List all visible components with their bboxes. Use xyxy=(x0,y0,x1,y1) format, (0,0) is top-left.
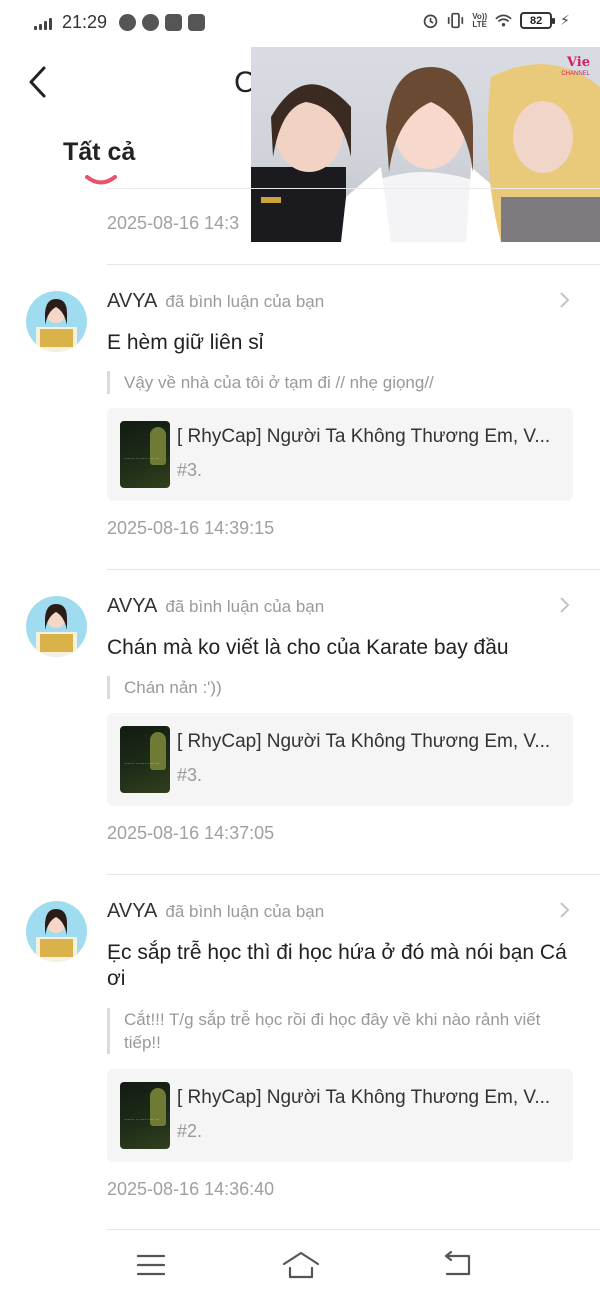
status-time: 21:29 xyxy=(62,12,108,32)
timestamp: 2025-08-16 14:3 xyxy=(107,213,240,233)
volte-icon: Vo)) LTE xyxy=(472,11,488,29)
timestamp: 2025-08-16 14:37:05 xyxy=(107,823,275,843)
video-title: [ RhyCap] Người Ta Không Thương Em, V... xyxy=(177,426,551,447)
back-icon[interactable] xyxy=(441,1250,473,1280)
alarm-icon xyxy=(423,14,438,29)
action-text: đã bình luận của bạn xyxy=(165,902,325,921)
signal-icon xyxy=(34,16,52,30)
notification-user: AVYA đã bình luận của bạn xyxy=(107,290,324,313)
video-episode: #2. xyxy=(177,1121,203,1141)
status-bar: 21:29 Vo)) LTE 82 ⚡ xyxy=(0,0,600,48)
messenger-icon xyxy=(119,14,137,31)
video-thumbnail: ........ .. ...... ..... ... xyxy=(120,726,170,793)
comment-text: E hèm giữ liên sỉ xyxy=(107,331,264,354)
floating-video-player[interactable]: Vie CHANNEL xyxy=(251,47,600,242)
action-text: đã bình luận của bạn xyxy=(165,597,325,616)
globe-icon xyxy=(142,14,160,31)
video-thumbnail: ........ .. ...... ..... ... xyxy=(120,1082,170,1149)
timestamp: 2025-08-16 14:36:40 xyxy=(107,1179,275,1199)
avatar[interactable] xyxy=(26,901,87,962)
video-title: [ RhyCap] Người Ta Không Thương Em, V... xyxy=(177,731,551,752)
notification-user: AVYA đã bình luận của bạn xyxy=(107,595,324,618)
timestamp: 2025-08-16 14:39:15 xyxy=(107,518,275,538)
quoted-comment: Vậy về nhà của tôi ở tạm đi // nhẹ giọng… xyxy=(107,371,567,394)
shopping-bag-icon xyxy=(188,14,206,31)
vibrate-icon xyxy=(448,12,464,29)
chevron-right-icon[interactable] xyxy=(558,291,572,309)
username[interactable]: AVYA xyxy=(107,290,157,312)
chevron-right-icon[interactable] xyxy=(558,901,572,919)
divider xyxy=(107,188,600,189)
divider xyxy=(107,569,600,570)
video-frame-image xyxy=(251,64,600,242)
chevron-right-icon[interactable] xyxy=(558,596,572,614)
comment-text: Ẹc sắp trễ học thì đi học hứa ở đó mà nó… xyxy=(107,941,567,990)
video-episode: #3. xyxy=(177,765,203,785)
video-title: [ RhyCap] Người Ta Không Thương Em, V... xyxy=(177,1087,551,1108)
avatar[interactable] xyxy=(26,291,87,352)
tab-active-indicator xyxy=(85,175,117,185)
video-episode: #3. xyxy=(177,460,203,480)
video-thumbnail: ........ .. ...... ..... ... xyxy=(120,421,170,488)
divider xyxy=(107,874,600,875)
username[interactable]: AVYA xyxy=(107,595,157,617)
avatar[interactable] xyxy=(26,596,87,657)
battery-level: 82 xyxy=(530,14,543,27)
quoted-comment: Cắt!!! T/g sắp trễ học rồi đi học đây về… xyxy=(107,1008,567,1054)
tab-all[interactable]: Tất cả xyxy=(63,138,135,167)
username[interactable]: AVYA xyxy=(107,900,157,922)
video-card[interactable]: ........ .. ...... ..... ... [ RhyCap] N… xyxy=(107,713,573,806)
system-nav-bar xyxy=(0,1230,600,1300)
wifi-icon xyxy=(495,14,512,27)
battery-icon: 82 xyxy=(520,12,556,29)
notification-user: AVYA đã bình luận của bạn xyxy=(107,900,324,923)
menu-icon[interactable] xyxy=(135,1250,167,1280)
video-card[interactable]: ........ .. ...... ..... ... [ RhyCap] N… xyxy=(107,408,573,501)
comment-text: Chán mà ko viết là cho của Karate bay đầ… xyxy=(107,636,509,659)
video-app-icon xyxy=(165,14,183,31)
channel-logo: Vie xyxy=(566,55,590,70)
action-text: đã bình luận của bạn xyxy=(165,292,325,311)
channel-logo-sub: CHANNEL xyxy=(561,71,590,77)
divider xyxy=(107,264,600,265)
video-card[interactable]: ........ .. ...... ..... ... [ RhyCap] N… xyxy=(107,1069,573,1162)
quoted-comment: Chán nản :')) xyxy=(107,676,567,699)
home-icon[interactable] xyxy=(282,1250,320,1280)
charging-icon: ⚡ xyxy=(560,12,570,28)
back-arrow-icon[interactable] xyxy=(24,64,54,100)
